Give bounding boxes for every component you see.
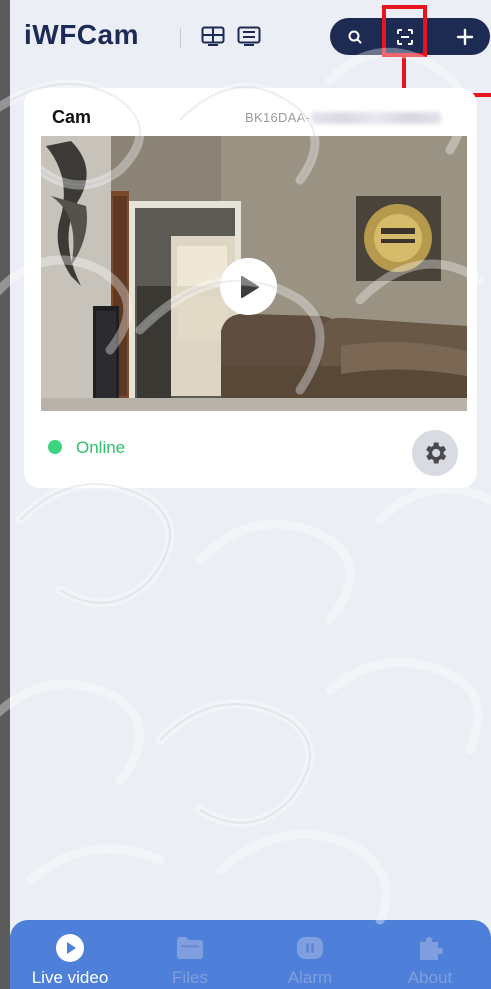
- camera-settings-button[interactable]: [412, 430, 458, 476]
- device-id-redacted: [311, 112, 441, 124]
- status-text: Online: [76, 438, 126, 457]
- nav-label: About: [407, 968, 453, 987]
- play-icon: [240, 275, 259, 298]
- search-button[interactable]: [335, 18, 375, 55]
- nav-label: Alarm: [287, 968, 333, 987]
- nav-files[interactable]: Files: [130, 920, 250, 989]
- nav-alarm[interactable]: Alarm: [250, 920, 370, 989]
- app-screen: iWFCam Cam BK16DAA- Online Live video Fi…: [10, 0, 491, 989]
- header-divider: [180, 28, 181, 48]
- alarm-icon: [294, 932, 326, 964]
- puzzle-icon: [414, 932, 446, 964]
- camera-card[interactable]: Cam BK16DAA- Online: [24, 88, 477, 488]
- nav-about[interactable]: About: [370, 920, 490, 989]
- search-icon: [348, 30, 362, 43]
- add-device-button[interactable]: [445, 18, 485, 55]
- nav-label: Live video: [31, 968, 109, 987]
- window-edge: [0, 0, 10, 989]
- gear-icon: [426, 442, 447, 464]
- folder-icon: [174, 932, 206, 964]
- grid-view-icon[interactable]: [198, 22, 228, 50]
- device-id: BK16DAA-: [245, 110, 311, 125]
- app-logo: iWFCam: [24, 19, 139, 50]
- annotation-highlight-box: [382, 5, 427, 57]
- camera-name: Cam: [52, 107, 92, 127]
- online-status-dot: [48, 440, 62, 454]
- play-icon: [54, 932, 86, 964]
- add-icon: [456, 28, 474, 45]
- list-view-icon[interactable]: [234, 22, 264, 50]
- nav-live-video[interactable]: Live video: [10, 920, 130, 989]
- play-button[interactable]: [220, 258, 277, 315]
- bottom-navigation: Live video Files Alarm About: [10, 920, 491, 989]
- nav-label: Files: [172, 968, 208, 987]
